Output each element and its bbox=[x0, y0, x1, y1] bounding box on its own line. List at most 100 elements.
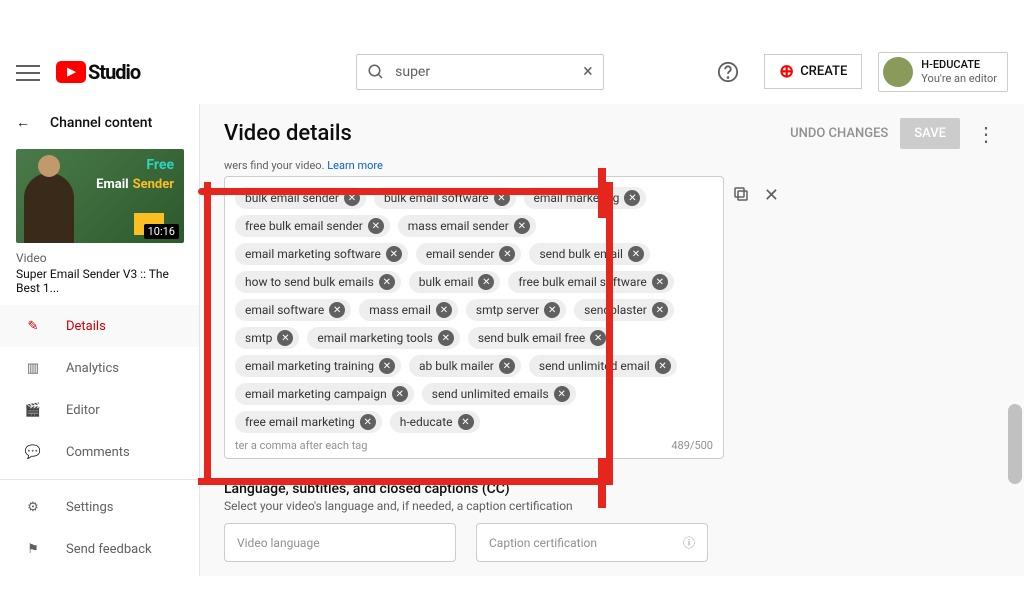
remove-tag-icon[interactable]: ✕ bbox=[344, 190, 360, 206]
page-title: Video details bbox=[224, 121, 352, 146]
pencil-icon: ✎ bbox=[22, 315, 44, 337]
app-header: ▶ Studio × ⊕ CREATE H-EDUCATE You're an … bbox=[0, 40, 1024, 104]
arrow-left-icon: ← bbox=[16, 114, 30, 131]
learn-more-link[interactable]: Learn more bbox=[327, 159, 383, 172]
tag-chip: email marketing✕ bbox=[524, 187, 647, 209]
remove-tag-icon[interactable]: ✕ bbox=[652, 274, 668, 290]
remove-tag-icon[interactable]: ✕ bbox=[494, 190, 510, 206]
sidebar-item-settings[interactable]: ⚙Settings bbox=[0, 486, 199, 528]
tag-chip: send bulk email✕ bbox=[529, 243, 650, 265]
tag-chip: free bulk email sender✕ bbox=[235, 215, 390, 237]
video-label: Video bbox=[16, 251, 183, 265]
tag-input-hint: ter a comma after each tag bbox=[235, 439, 367, 452]
remove-tag-icon[interactable]: ✕ bbox=[329, 302, 345, 318]
video-thumbnail[interactable]: Free Email Sender 10:16 bbox=[16, 149, 183, 243]
remove-tag-icon[interactable]: ✕ bbox=[652, 302, 668, 318]
account-chip[interactable]: H-EDUCATE You're an editor bbox=[878, 52, 1008, 92]
tag-chip: free email marketing✕ bbox=[235, 411, 382, 433]
scrollbar-thumb[interactable] bbox=[1008, 404, 1022, 484]
sidebar-item-comments[interactable]: 💬Comments bbox=[0, 431, 199, 473]
tag-chip: email marketing tools✕ bbox=[307, 327, 459, 349]
remove-tag-icon[interactable]: ✕ bbox=[438, 330, 454, 346]
remove-tag-icon[interactable]: ✕ bbox=[360, 414, 376, 430]
tag-chip: email marketing software✕ bbox=[235, 243, 408, 265]
bars-icon: ▥ bbox=[22, 357, 44, 379]
remove-tag-icon[interactable]: ✕ bbox=[624, 190, 640, 206]
sidebar-item-analytics[interactable]: ▥Analytics bbox=[0, 347, 199, 389]
caption-cert-select[interactable]: Caption certification ⓘ bbox=[476, 523, 708, 562]
sidebar-item-send-feedback[interactable]: ⚑Send feedback bbox=[0, 528, 199, 570]
remove-tag-icon[interactable]: ✕ bbox=[554, 386, 570, 402]
tag-chip: smtp server✕ bbox=[466, 299, 566, 321]
tag-chip: send unlimited email✕ bbox=[529, 355, 677, 377]
avatar bbox=[883, 57, 913, 87]
create-button[interactable]: ⊕ CREATE bbox=[764, 54, 862, 89]
remove-tag-icon[interactable]: ✕ bbox=[655, 358, 671, 374]
remove-tag-icon[interactable]: ✕ bbox=[436, 302, 452, 318]
remove-tag-icon[interactable]: ✕ bbox=[379, 358, 395, 374]
sidebar-item-details[interactable]: ✎Details bbox=[0, 305, 199, 347]
create-label: CREATE bbox=[800, 64, 847, 79]
gear-icon: ⚙ bbox=[22, 496, 44, 518]
clear-search-icon[interactable]: × bbox=[583, 61, 593, 82]
tag-chip: send unlimited emails✕ bbox=[422, 383, 576, 405]
tags-field[interactable]: ✕ bulk email sender✕bulk email software✕… bbox=[224, 176, 724, 459]
tag-chip: sendblaster✕ bbox=[574, 299, 674, 321]
youtube-play-icon: ▶ bbox=[56, 61, 86, 83]
remove-tag-icon[interactable]: ✕ bbox=[458, 414, 474, 430]
tag-chip: bulk email sender✕ bbox=[235, 187, 366, 209]
help-icon[interactable] bbox=[708, 52, 748, 92]
comment-icon: 💬 bbox=[22, 441, 44, 463]
more-icon[interactable]: ⋮ bbox=[972, 122, 1000, 146]
tag-chip: ab bulk mailer✕ bbox=[409, 355, 521, 377]
sidebar: ← Channel content Free Email Sender 10:1… bbox=[0, 104, 200, 576]
tags-hint: wers find your video. Learn more bbox=[224, 159, 1000, 172]
save-button[interactable]: SAVE bbox=[900, 118, 960, 149]
tag-chip: smtp✕ bbox=[235, 327, 299, 349]
back-button[interactable]: ← Channel content bbox=[0, 104, 199, 141]
help-icon[interactable]: ⓘ bbox=[683, 534, 695, 551]
tag-chip: mass email sender✕ bbox=[398, 215, 536, 237]
sidebar-item-editor[interactable]: 🎬Editor bbox=[0, 389, 199, 431]
tag-chip: bulk email✕ bbox=[409, 271, 501, 293]
video-title: Super Email Sender V3 :: The Best 1... bbox=[16, 267, 183, 295]
create-plus-icon: ⊕ bbox=[779, 61, 794, 82]
studio-logo[interactable]: ▶ Studio bbox=[56, 60, 140, 84]
video-language-select[interactable]: Video language bbox=[224, 523, 456, 562]
back-label: Channel content bbox=[50, 115, 152, 131]
copy-icon[interactable] bbox=[732, 185, 750, 206]
remove-tag-icon[interactable]: ✕ bbox=[499, 358, 515, 374]
remove-tag-icon[interactable]: ✕ bbox=[478, 274, 494, 290]
remove-tag-icon[interactable]: ✕ bbox=[368, 218, 384, 234]
lang-desc: Select your video's language and, if nee… bbox=[224, 499, 1000, 513]
tag-chip: email software✕ bbox=[235, 299, 351, 321]
menu-icon[interactable] bbox=[16, 60, 40, 84]
tag-chip: email sender✕ bbox=[416, 243, 522, 265]
close-icon[interactable]: ✕ bbox=[764, 185, 779, 206]
remove-tag-icon[interactable]: ✕ bbox=[386, 246, 402, 262]
tag-chip: mass email✕ bbox=[359, 299, 458, 321]
film-icon: 🎬 bbox=[22, 399, 44, 421]
lang-title: Language, subtitles, and closed captions… bbox=[224, 481, 1000, 497]
duration-badge: 10:16 bbox=[144, 224, 179, 239]
remove-tag-icon[interactable]: ✕ bbox=[514, 218, 530, 234]
account-role: You're an editor bbox=[921, 72, 997, 85]
tag-chip: email marketing training✕ bbox=[235, 355, 401, 377]
flag-icon: ⚑ bbox=[22, 538, 44, 560]
search-box[interactable]: × bbox=[356, 54, 604, 90]
search-icon bbox=[367, 63, 385, 81]
remove-tag-icon[interactable]: ✕ bbox=[379, 274, 395, 290]
main-panel: Video details UNDO CHANGES SAVE ⋮ wers f… bbox=[200, 104, 1024, 576]
undo-button[interactable]: UNDO CHANGES bbox=[790, 126, 888, 141]
remove-tag-icon[interactable]: ✕ bbox=[392, 386, 408, 402]
remove-tag-icon[interactable]: ✕ bbox=[590, 330, 606, 346]
remove-tag-icon[interactable]: ✕ bbox=[544, 302, 560, 318]
tag-counter: 489/500 bbox=[671, 439, 713, 452]
search-input[interactable] bbox=[395, 64, 573, 80]
remove-tag-icon[interactable]: ✕ bbox=[499, 246, 515, 262]
account-name: H-EDUCATE bbox=[921, 58, 997, 71]
remove-tag-icon[interactable]: ✕ bbox=[628, 246, 644, 262]
tag-chip: h-educate✕ bbox=[390, 411, 480, 433]
remove-tag-icon[interactable]: ✕ bbox=[277, 330, 293, 346]
tag-chip: free bulk email software✕ bbox=[508, 271, 673, 293]
